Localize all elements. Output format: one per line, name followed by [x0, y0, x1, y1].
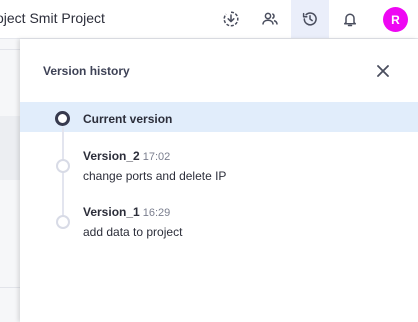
background-content [0, 39, 20, 322]
panel-title: Version history [43, 64, 130, 78]
notifications-button[interactable] [331, 0, 369, 38]
version-name: Version_1 [83, 205, 140, 219]
current-version-row[interactable] [20, 102, 418, 132]
version-time: 17:02 [142, 151, 171, 163]
users-icon [262, 12, 278, 25]
version-description: add data to project [83, 225, 183, 239]
current-version-label: Current version [83, 112, 173, 126]
version-time: 16:29 [142, 207, 171, 219]
user-avatar[interactable]: R [383, 7, 408, 32]
download-icon [223, 11, 239, 27]
close-icon [377, 65, 389, 77]
timeline-line [62, 127, 64, 220]
version-description: change ports and delete IP [83, 169, 227, 183]
version-item-name[interactable]: Version_1 16:29 [83, 205, 170, 219]
project-title: oject Smit Project [0, 10, 105, 26]
current-version-dot-icon [55, 111, 70, 126]
background-row [0, 116, 20, 180]
history-icon [302, 12, 317, 26]
version-history-panel: Version history Current version Version_… [20, 39, 418, 322]
divider [0, 287, 20, 288]
version-name: Version_2 [83, 149, 140, 163]
version-history-button[interactable] [291, 0, 329, 38]
close-button[interactable] [373, 61, 393, 81]
version-dot-icon [56, 159, 70, 173]
users-button[interactable] [251, 0, 289, 38]
divider [0, 49, 20, 50]
version-dot-icon [56, 215, 70, 229]
download-button[interactable] [212, 0, 250, 38]
top-bar: oject Smit Project R [0, 0, 418, 39]
version-item-name[interactable]: Version_2 17:02 [83, 149, 170, 163]
bell-icon [343, 13, 357, 27]
